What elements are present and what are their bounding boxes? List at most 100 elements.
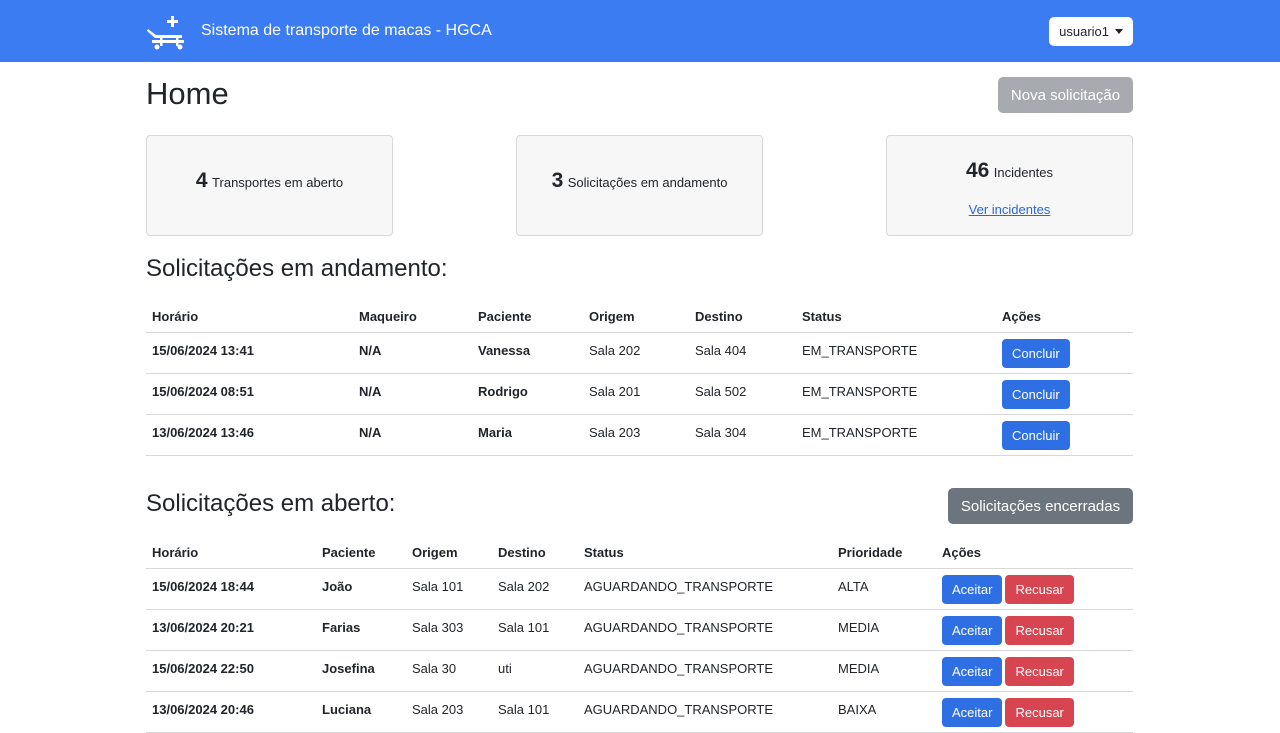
patient-cell: Vanessa xyxy=(472,332,583,374)
accept-button[interactable]: Aceitar xyxy=(942,616,1003,645)
origin-cell: Sala 201 xyxy=(583,373,689,415)
actions-cell: Concluir xyxy=(996,332,1133,374)
open-transports-card: 4 Transportes em aberto xyxy=(146,135,393,236)
porter-cell: N/A xyxy=(353,373,472,415)
new-request-button[interactable]: Nova solicitação xyxy=(998,77,1133,113)
patient-cell: Maria xyxy=(472,414,583,456)
stretcher-plus-icon[interactable] xyxy=(146,15,186,51)
reject-button[interactable]: Recusar xyxy=(1005,657,1074,686)
summary-cards: 4 Transportes em aberto 3 Solicitações e… xyxy=(146,135,1133,236)
patient-cell: Farias xyxy=(316,609,406,651)
priority-cell: MEDIA xyxy=(832,650,936,692)
accept-button[interactable]: Aceitar xyxy=(942,657,1003,686)
status-cell: AGUARDANDO_TRANSPORTE xyxy=(578,568,832,610)
patient-cell: Josefina xyxy=(316,650,406,692)
column-header: Paciente xyxy=(316,537,406,569)
destination-cell: Sala 304 xyxy=(689,414,796,456)
open-requests-table: Horário Paciente Origem Destino Status P… xyxy=(146,537,1133,733)
actions-cell: Aceitar Recusar xyxy=(936,568,1133,610)
porter-cell: N/A xyxy=(353,332,472,374)
origin-cell: Sala 203 xyxy=(583,414,689,456)
column-header: Ações xyxy=(936,537,1133,569)
column-header: Status xyxy=(578,537,832,569)
time-cell: 15/06/2024 08:51 xyxy=(146,373,353,415)
ongoing-requests-table: Horário Maqueiro Paciente Origem Destino… xyxy=(146,301,1133,456)
column-header: Destino xyxy=(689,301,796,333)
incidents-card: 46 Incidentes Ver incidentes xyxy=(886,135,1133,236)
status-cell: EM_TRANSPORTE xyxy=(796,332,996,374)
time-cell: 13/06/2024 20:46 xyxy=(146,691,316,733)
actions-cell: Aceitar Recusar xyxy=(936,691,1133,733)
closed-requests-button[interactable]: Solicitações encerradas xyxy=(948,488,1133,524)
patient-cell: Luciana xyxy=(316,691,406,733)
priority-cell: BAIXA xyxy=(832,691,936,733)
status-cell: EM_TRANSPORTE xyxy=(796,373,996,415)
origin-cell: Sala 101 xyxy=(406,568,492,610)
incidents-label: Incidentes xyxy=(993,165,1054,180)
actions-cell: Concluir xyxy=(996,414,1133,456)
destination-cell: Sala 404 xyxy=(689,332,796,374)
time-cell: 15/06/2024 13:41 xyxy=(146,332,353,374)
column-header: Horário xyxy=(146,537,316,569)
priority-cell: ALTA xyxy=(832,568,936,610)
ongoing-requests-count: 3 xyxy=(551,169,564,192)
accept-button[interactable]: Aceitar xyxy=(942,575,1003,604)
reject-button[interactable]: Recusar xyxy=(1005,616,1074,645)
ongoing-section-title: Solicitações em andamento: xyxy=(146,255,448,282)
table-row: 15/06/2024 18:44 João Sala 101 Sala 202 … xyxy=(146,568,1133,610)
status-cell: AGUARDANDO_TRANSPORTE xyxy=(578,691,832,733)
app-title[interactable]: Sistema de transporte de macas - HGCA xyxy=(201,22,492,40)
column-header: Prioridade xyxy=(832,537,936,569)
table-row: 13/06/2024 20:21 Farias Sala 303 Sala 10… xyxy=(146,609,1133,651)
navbar-inner: Sistema de transporte de macas - HGCA us… xyxy=(146,0,1133,62)
page-title: Home xyxy=(146,76,229,111)
reject-button[interactable]: Recusar xyxy=(1005,698,1074,727)
origin-cell: Sala 202 xyxy=(583,332,689,374)
ongoing-requests-label: Solicitações em andamento xyxy=(567,175,728,190)
ongoing-requests-card: 3 Solicitações em andamento xyxy=(516,135,763,236)
patient-cell: João xyxy=(316,568,406,610)
actions-cell: Concluir xyxy=(996,373,1133,415)
actions-cell: Aceitar Recusar xyxy=(936,609,1133,651)
accept-button[interactable]: Aceitar xyxy=(942,698,1003,727)
time-cell: 13/06/2024 13:46 xyxy=(146,414,353,456)
column-header: Origem xyxy=(406,537,492,569)
column-header: Ações xyxy=(996,301,1133,333)
table-row: 15/06/2024 22:50 Josefina Sala 30 uti AG… xyxy=(146,650,1133,692)
table-row: 15/06/2024 08:51 N/A Rodrigo Sala 201 Sa… xyxy=(146,373,1133,415)
origin-cell: Sala 203 xyxy=(406,691,492,733)
view-incidents-link[interactable]: Ver incidentes xyxy=(969,202,1051,217)
conclude-button[interactable]: Concluir xyxy=(1002,339,1070,368)
destination-cell: Sala 202 xyxy=(492,568,578,610)
destination-cell: Sala 101 xyxy=(492,691,578,733)
table-row: 13/06/2024 20:46 Luciana Sala 203 Sala 1… xyxy=(146,691,1133,733)
column-header: Origem xyxy=(583,301,689,333)
column-header: Horário xyxy=(146,301,353,333)
caret-down-icon xyxy=(1115,29,1123,34)
user-name: usuario1 xyxy=(1059,24,1109,39)
time-cell: 15/06/2024 18:44 xyxy=(146,568,316,610)
status-cell: AGUARDANDO_TRANSPORTE xyxy=(578,609,832,651)
time-cell: 15/06/2024 22:50 xyxy=(146,650,316,692)
table-header-row: Horário Paciente Origem Destino Status P… xyxy=(146,537,1133,569)
table-header-row: Horário Maqueiro Paciente Origem Destino… xyxy=(146,301,1133,333)
status-cell: AGUARDANDO_TRANSPORTE xyxy=(578,650,832,692)
time-cell: 13/06/2024 20:21 xyxy=(146,609,316,651)
column-header: Paciente xyxy=(472,301,583,333)
table-row: 15/06/2024 13:41 N/A Vanessa Sala 202 Sa… xyxy=(146,332,1133,374)
open-transports-label: Transportes em aberto xyxy=(212,175,344,190)
user-menu-button[interactable]: usuario1 xyxy=(1049,17,1133,46)
navbar: Sistema de transporte de macas - HGCA us… xyxy=(0,0,1280,62)
column-header: Maqueiro xyxy=(353,301,472,333)
status-cell: EM_TRANSPORTE xyxy=(796,414,996,456)
table-row: 13/06/2024 13:46 N/A Maria Sala 203 Sala… xyxy=(146,414,1133,456)
origin-cell: Sala 303 xyxy=(406,609,492,651)
destination-cell: uti xyxy=(492,650,578,692)
conclude-button[interactable]: Concluir xyxy=(1002,421,1070,450)
porter-cell: N/A xyxy=(353,414,472,456)
destination-cell: Sala 101 xyxy=(492,609,578,651)
incidents-count: 46 xyxy=(965,159,990,182)
conclude-button[interactable]: Concluir xyxy=(1002,380,1070,409)
reject-button[interactable]: Recusar xyxy=(1005,575,1074,604)
patient-cell: Rodrigo xyxy=(472,373,583,415)
